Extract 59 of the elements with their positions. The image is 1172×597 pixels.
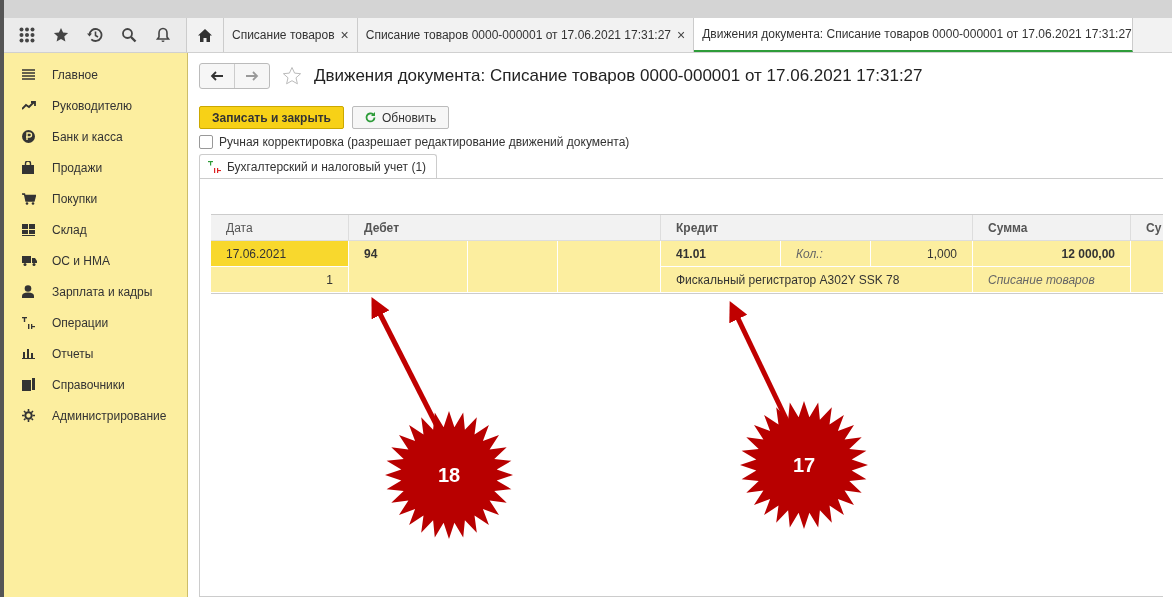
annotation-number: 18 (437, 464, 461, 486)
document-tab[interactable]: Движения документа: Списание товаров 0000-000001 от 17.06.2021 17:31:27 (694, 18, 1133, 52)
shopping-bag-icon (22, 161, 34, 174)
annotation-number: 17 (792, 454, 816, 476)
menu-icon (22, 69, 35, 80)
refresh-button[interactable]: Обновить (351, 106, 450, 129)
table-cell: 1 (211, 267, 349, 293)
page-title: Движения документа: Списание товаров 0000-000001 от 17.06.2021 17:31:27 (314, 66, 923, 86)
table-cell[interactable]: 17.06.2021 (211, 241, 349, 267)
bell-icon[interactable] (155, 27, 172, 43)
settings-icon (22, 409, 35, 422)
sidebar-item[interactable]: Банк и касса (4, 121, 187, 152)
close-icon[interactable]: × (677, 27, 686, 43)
debit-credit-icon (208, 160, 222, 173)
sidebar-item[interactable]: Главное (4, 59, 187, 90)
bar-chart-icon (22, 348, 35, 359)
column-header: Дата (211, 215, 349, 241)
sidebar-item[interactable]: Покупки (4, 183, 187, 214)
table-cell: Фискальный регистратор A302Y SSK 78 (661, 267, 973, 293)
truck-icon (22, 255, 37, 266)
search-icon[interactable] (121, 27, 138, 43)
sidebar-item[interactable]: ОС и НМА (4, 245, 187, 276)
books-icon (22, 378, 35, 391)
column-header: Кредит (661, 215, 973, 241)
person-icon (22, 285, 34, 298)
checkbox[interactable] (199, 135, 213, 149)
apps-grid-icon[interactable] (18, 27, 35, 43)
refresh-icon (364, 112, 376, 123)
sidebar-item[interactable]: Операции (4, 307, 187, 338)
star-outline-icon[interactable] (282, 66, 302, 86)
checkbox-label: Ручная корректировка (разрешает редактирование движений документа) (219, 135, 630, 149)
table-cell: 1,000 (871, 241, 973, 267)
sidebar-item[interactable]: Справочники (4, 369, 187, 400)
sidebar-item[interactable]: Зарплата и кадры (4, 276, 187, 307)
column-header: Сумма (973, 215, 1131, 241)
warehouse-grid-icon (22, 223, 35, 236)
table-cell: Кол.: (781, 241, 871, 267)
save-and-close-button[interactable]: Записать и закрыть (199, 106, 344, 129)
debit-credit-icon (22, 316, 35, 329)
table-cell: 41.01 (661, 241, 781, 267)
sidebar-item[interactable]: Руководителю (4, 90, 187, 121)
home-icon (198, 28, 212, 42)
sidebar-item[interactable]: Склад (4, 214, 187, 245)
register-tab[interactable]: Бухгалтерский и налоговый учет (1) (199, 154, 438, 178)
sidebar-item[interactable]: Продажи (4, 152, 187, 183)
table-cell: Списание товаров (973, 267, 1131, 293)
star-icon[interactable] (52, 27, 69, 43)
column-header: Дебет (349, 215, 661, 241)
cart-icon (22, 192, 36, 205)
sidebar-item[interactable]: Отчеты (4, 338, 187, 369)
table-cell: 12 000,00 (973, 241, 1131, 267)
table-cell: 94 (349, 241, 468, 293)
column-header: Су (1131, 215, 1163, 241)
document-tab[interactable]: Списание товаров × (224, 18, 358, 52)
sidebar-item[interactable]: Администрирование (4, 400, 187, 431)
history-icon[interactable] (86, 27, 104, 43)
trend-line-icon (22, 101, 36, 110)
ruble-coin-icon (22, 130, 35, 143)
close-icon[interactable]: × (340, 27, 349, 43)
